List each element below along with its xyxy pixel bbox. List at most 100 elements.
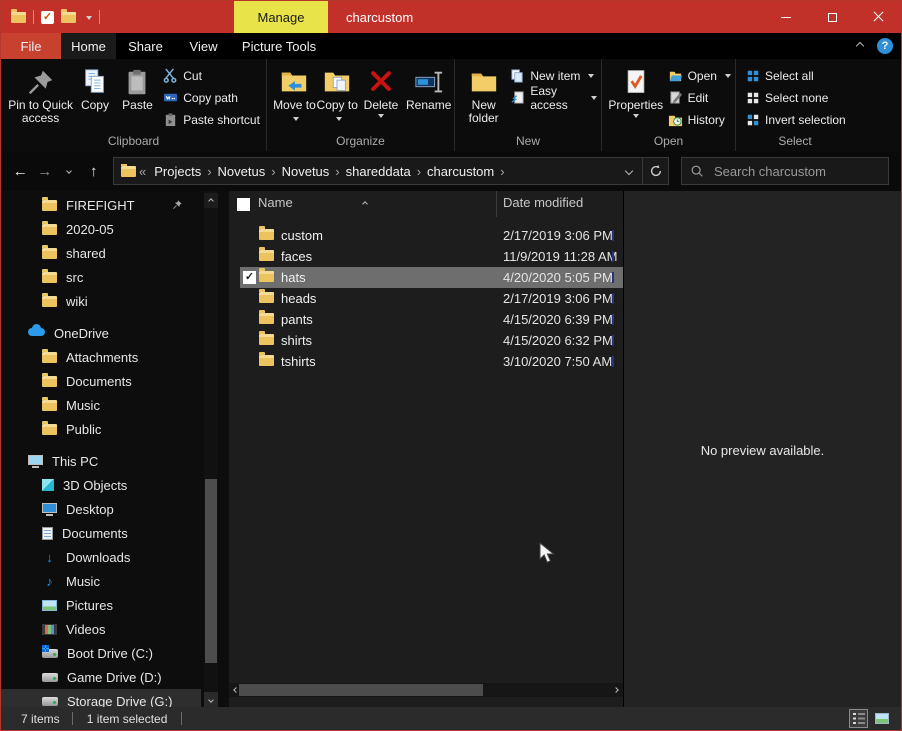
search-box[interactable] — [681, 157, 889, 185]
scroll-up-button[interactable] — [204, 193, 218, 208]
recent-locations-button[interactable] — [58, 159, 81, 183]
sidebar-item-this-pc[interactable]: This PC — [1, 449, 229, 473]
pin-to-quick-access-button[interactable]: Pin to Quick access — [7, 63, 74, 125]
sidebar-item-desktop[interactable]: Desktop — [1, 497, 229, 521]
select-all-button[interactable]: Select all — [742, 65, 854, 86]
cut-button[interactable]: Cut — [159, 65, 266, 86]
file-row-hats[interactable]: ✓hats4/20/2020 5:05 PM — [240, 267, 623, 288]
copy-button[interactable]: Copy — [74, 63, 116, 112]
file-row-custom[interactable]: custom2/17/2019 3:06 PM — [240, 225, 623, 246]
sidebar-item-videos[interactable]: Videos — [1, 617, 229, 641]
sidebar-item-src[interactable]: src — [1, 265, 229, 289]
select-all-checkbox[interactable] — [237, 198, 250, 211]
column-header-name[interactable]: Name — [258, 195, 293, 210]
sidebar-item-game-drive-d[interactable]: Game Drive (D:) — [1, 665, 229, 689]
rename-button[interactable]: Rename — [403, 63, 454, 112]
tab-home[interactable]: Home — [61, 33, 116, 59]
close-button[interactable] — [855, 1, 901, 33]
edit-button[interactable]: Edit — [664, 87, 735, 108]
breadcrumb-segment[interactable]: Novetus — [213, 164, 271, 179]
sidebar-item-label: src — [66, 270, 83, 285]
sidebar-item-shared[interactable]: shared — [1, 241, 229, 265]
sort-ascending-icon[interactable] — [363, 194, 367, 209]
sidebar-item-firefight[interactable]: FIREFIGHT — [1, 193, 229, 217]
file-date-modified: 4/15/2020 6:32 PM — [503, 333, 613, 348]
scrollbar-thumb[interactable] — [205, 479, 217, 663]
new-folder-button[interactable]: New folder — [461, 63, 506, 125]
breadcrumb-segment[interactable]: Projects — [149, 164, 206, 179]
sidebar-item-music[interactable]: ♪Music — [1, 569, 229, 593]
copy-path-button[interactable]: Copy path — [159, 87, 266, 108]
qat-separator — [33, 10, 34, 24]
search-input[interactable] — [712, 163, 862, 180]
easy-access-button[interactable]: Easy access — [506, 87, 601, 108]
open-button[interactable]: Open — [664, 65, 735, 86]
move-to-button[interactable]: Move to — [273, 63, 316, 125]
refresh-button[interactable] — [642, 158, 668, 184]
sidebar-item-storage-drive-g[interactable]: Storage Drive (G:) — [1, 689, 201, 709]
tab-picture-tools[interactable]: Picture Tools — [232, 33, 326, 59]
file-name: shirts — [281, 333, 312, 348]
manage-contextual-tab[interactable]: Manage — [234, 1, 328, 33]
details-view-button[interactable] — [849, 709, 868, 728]
minimize-button[interactable] — [763, 1, 809, 33]
sidebar-item-pictures[interactable]: Pictures — [1, 593, 229, 617]
new-folder-qat-icon[interactable] — [61, 12, 76, 23]
properties-button[interactable]: Properties — [608, 63, 664, 121]
row-checkbox[interactable]: ✓ — [243, 271, 256, 284]
address-bar[interactable]: « Projects›Novetus›Novetus›shareddata›ch… — [113, 157, 669, 185]
thumbnail-view-button[interactable] — [872, 709, 891, 728]
sidebar-item-music[interactable]: Music — [1, 393, 229, 417]
tab-view[interactable]: View — [175, 33, 232, 59]
sidebar-scrollbar[interactable] — [204, 191, 218, 709]
sidebar-item-boot-drive-c[interactable]: Boot Drive (C:) — [1, 641, 229, 665]
sidebar-item-wiki[interactable]: wiki — [1, 289, 229, 313]
breadcrumb-segment[interactable]: shareddata — [341, 164, 416, 179]
paste-shortcut-button[interactable]: Paste shortcut — [159, 109, 266, 130]
maximize-button[interactable] — [809, 1, 855, 33]
breadcrumb-segment[interactable]: Novetus — [277, 164, 335, 179]
history-button[interactable]: History — [664, 109, 735, 130]
scrollbar-track[interactable] — [239, 684, 609, 696]
file-row-faces[interactable]: faces11/9/2019 11:28 AM — [240, 246, 623, 267]
forward-button[interactable]: → — [34, 159, 57, 183]
help-icon[interactable]: ? — [877, 38, 893, 54]
sidebar-item-label: FIREFIGHT — [66, 198, 135, 213]
scroll-right-button[interactable] — [609, 683, 622, 697]
copy-to-button[interactable]: Copy to — [316, 63, 359, 125]
sidebar-item-2020-05[interactable]: 2020-05 — [1, 217, 229, 241]
paste-button[interactable]: Paste — [116, 63, 160, 112]
file-row-heads[interactable]: heads2/17/2019 3:06 PM — [240, 288, 623, 309]
invert-selection-button[interactable]: Invert selection — [742, 109, 854, 130]
breadcrumb-overflow-icon[interactable]: « — [138, 164, 147, 179]
delete-button[interactable]: Delete — [359, 63, 404, 121]
scroll-down-button[interactable] — [204, 692, 218, 707]
minimize-ribbon-icon[interactable] — [856, 42, 864, 50]
breadcrumb-segment[interactable]: charcustom — [422, 164, 499, 179]
tab-file[interactable]: File — [1, 33, 61, 59]
back-button[interactable]: ← — [9, 159, 32, 183]
sidebar-item-public[interactable]: Public — [1, 417, 229, 441]
qat-dropdown-caret-icon[interactable] — [86, 16, 92, 23]
sidebar-item-documents[interactable]: Documents — [1, 521, 229, 545]
horizontal-scrollbar[interactable] — [229, 683, 623, 697]
select-none-button[interactable]: Select none — [742, 87, 854, 108]
sidebar-item-onedrive[interactable]: OneDrive — [1, 321, 229, 345]
sidebar-item-documents[interactable]: Documents — [1, 369, 229, 393]
properties-qat-icon[interactable]: ✓ — [41, 11, 54, 24]
address-dropdown-button[interactable] — [616, 158, 642, 184]
sidebar-item-downloads[interactable]: ↓Downloads — [1, 545, 229, 569]
up-button[interactable]: ↑ — [83, 159, 106, 183]
tab-share[interactable]: Share — [116, 33, 175, 59]
sidebar-item-attachments[interactable]: Attachments — [1, 345, 229, 369]
sidebar-item-3d-objects[interactable]: 3D Objects — [1, 473, 229, 497]
scrollbar-thumb[interactable] — [239, 684, 483, 696]
column-header-date-modified[interactable]: Date modified — [503, 195, 583, 210]
file-row-pants[interactable]: pants4/15/2020 6:39 PM — [240, 309, 623, 330]
file-row-tshirts[interactable]: tshirts3/10/2020 7:50 AM — [240, 351, 623, 372]
breadcrumb-separator-icon[interactable]: › — [499, 164, 505, 179]
column-separator[interactable] — [496, 191, 497, 217]
row-edge-mark — [612, 335, 614, 346]
app-folder-icon[interactable] — [11, 12, 26, 23]
file-row-shirts[interactable]: shirts 4/15/2020 6:32 PM — [240, 330, 623, 351]
